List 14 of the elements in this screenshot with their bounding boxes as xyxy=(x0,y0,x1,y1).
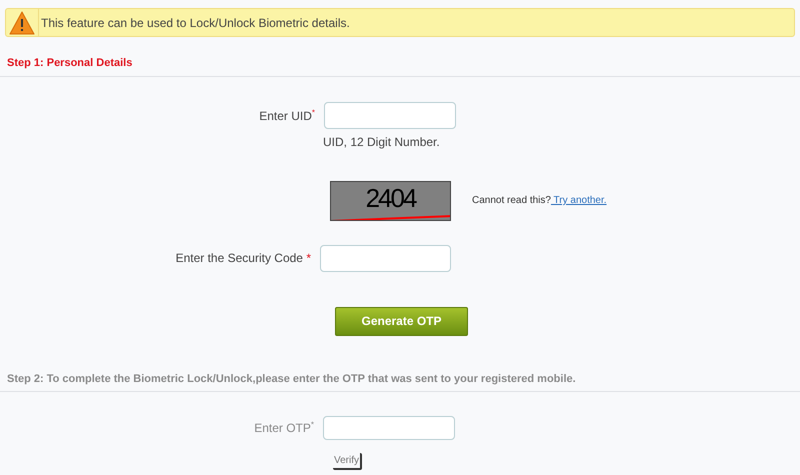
captcha-image: 2404 xyxy=(330,180,451,220)
section-heading: Step 2: To complete the Biometric Lock/Unlock,please enter the OTP that was sent to your registered mobile. xyxy=(7,372,576,384)
uid-field[interactable] xyxy=(324,102,456,128)
try-another-link[interactable]: Try another. xyxy=(550,195,607,206)
field-hint: UID, 12 Digit Number. xyxy=(323,134,441,150)
section-heading: Step 1: Personal Details xyxy=(7,57,132,69)
alert-text: This feature can be used to Lock/Unlock Biometric details. xyxy=(41,14,350,32)
field-label: Enter the Security Code * xyxy=(176,250,311,267)
warning-icon xyxy=(9,10,35,34)
security-code-field[interactable] xyxy=(320,244,451,272)
field-label: Enter OTP* xyxy=(254,419,314,437)
generate-otp-button[interactable]: Generate OTP xyxy=(335,306,468,336)
captcha-help-text: Cannot read this? Try another. xyxy=(472,194,607,208)
field-label: Enter UID* xyxy=(259,106,315,124)
